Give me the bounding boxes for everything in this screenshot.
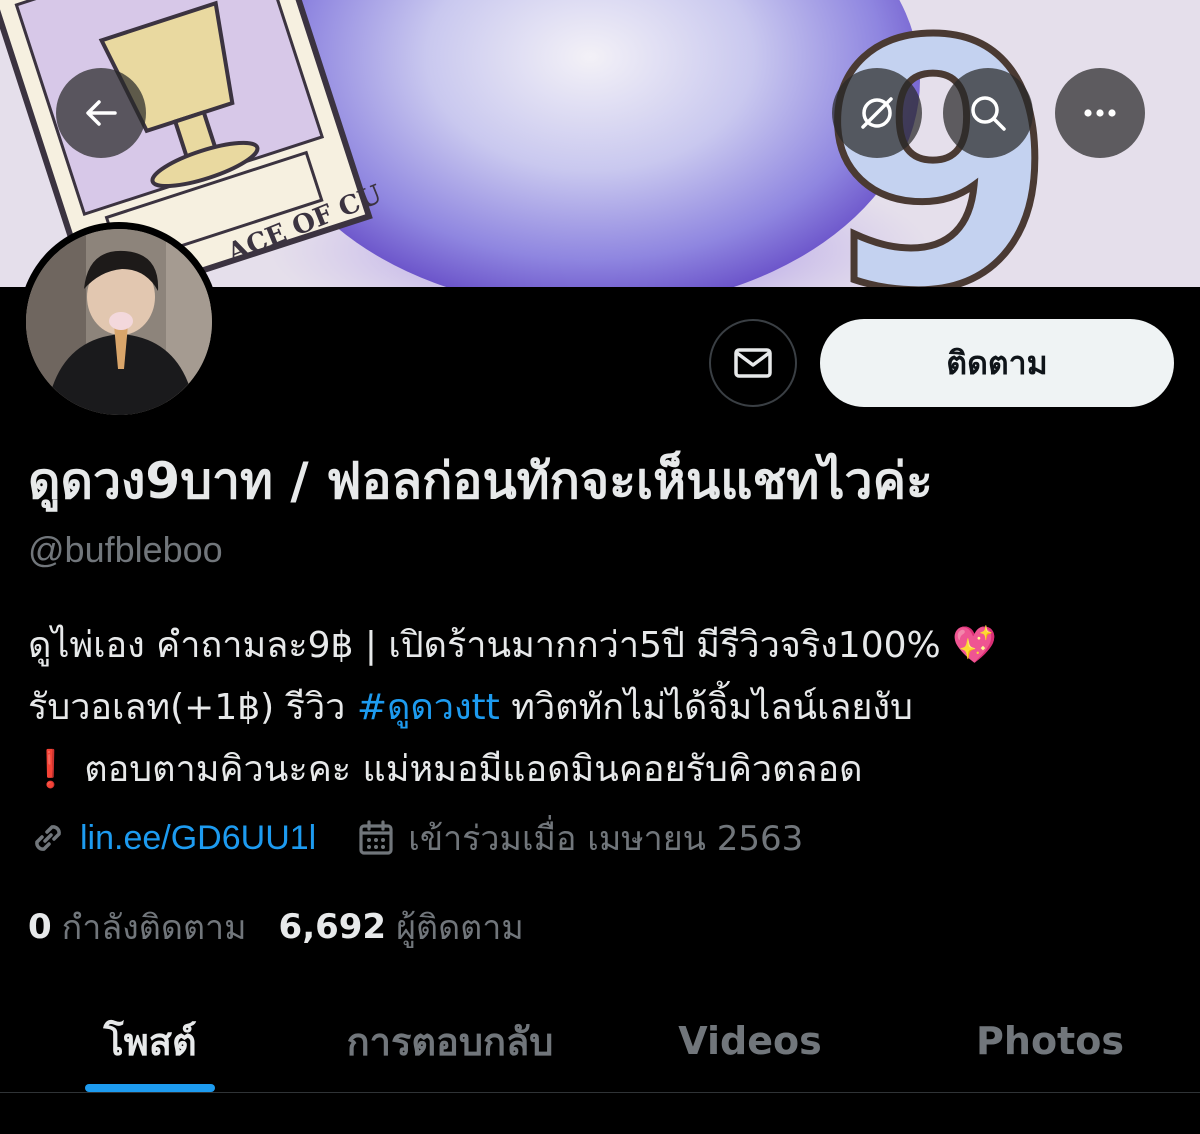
avatar-illustration	[26, 229, 212, 415]
link-icon	[28, 818, 68, 858]
tab-label: การตอบกลับ	[346, 1019, 554, 1064]
active-tab-indicator	[85, 1084, 215, 1092]
tab-photos[interactable]: Photos	[900, 990, 1200, 1092]
bio-text-1: ดูไพ่เอง คำถามละ9฿ | เปิดร้านมากกว่า5ปี …	[28, 625, 941, 666]
more-horizontal-icon	[1084, 109, 1116, 117]
tab-videos[interactable]: Videos	[600, 990, 900, 1092]
followers-label: ผู้ติดตาม	[396, 908, 524, 948]
display-name: ดูดวง9บาท / ฟอลก่อนทักจะเห็นแชทไวค่ะ	[28, 452, 933, 510]
back-button[interactable]	[56, 68, 146, 158]
notifications-off-button[interactable]	[832, 68, 922, 158]
profile-link[interactable]: lin.ee/GD6UU1l	[80, 819, 316, 858]
exclamation-icon: ❗	[28, 749, 73, 790]
bio-hashtag-link[interactable]: #ดูดวงtt	[357, 687, 500, 728]
message-button[interactable]	[709, 319, 797, 407]
followers-count: 6,692	[278, 907, 387, 947]
sparkling-heart-icon: 💖	[952, 625, 997, 666]
following-label: กำลังติดตาม	[61, 908, 247, 948]
bio-text-2b: ทวิตทักไม่ได้จิ้มไลน์เลยงับ	[499, 687, 913, 728]
bio-line-3: ❗ ตอบตามคิวนะคะ แม่หมอมีแอดมินคอยรับคิวต…	[28, 739, 1178, 801]
profile-tabs: โพสต์ การตอบกลับ Videos Photos	[0, 990, 1200, 1092]
profile-meta: lin.ee/GD6UU1l เข้าร่วมเมื่อ เมษายน 2563	[28, 812, 803, 864]
following-count: 0	[28, 907, 52, 947]
bio-text-2a: รับวอเลท(+1฿) รีวิว	[28, 687, 357, 728]
user-handle: @bufbleboo	[28, 529, 223, 570]
avatar-photo	[26, 229, 212, 415]
followers-link[interactable]: 6,692 ผู้ติดตาม	[279, 900, 524, 954]
bio-text-3: ตอบตามคิวนะคะ แม่หมอมีแอดมินคอยรับคิวตลอ…	[72, 749, 863, 790]
bio-line-2: รับวอเลท(+1฿) รีวิว #ดูดวงtt ทวิตทักไม่ไ…	[28, 677, 1178, 739]
arrow-left-icon	[86, 100, 117, 126]
more-button[interactable]	[1055, 68, 1145, 158]
follow-counts: 0 กำลังติดตาม 6,692 ผู้ติดตาม	[28, 902, 556, 952]
calendar-icon	[356, 818, 396, 858]
tabs-divider	[0, 1092, 1200, 1093]
envelope-icon	[734, 348, 772, 378]
tab-label: Photos	[976, 1019, 1124, 1063]
bio-line-1: ดูไพ่เอง คำถามละ9฿ | เปิดร้านมากกว่า5ปี …	[28, 615, 1178, 677]
avatar[interactable]	[19, 222, 219, 422]
search-icon	[971, 96, 1006, 131]
tab-label: Videos	[678, 1019, 822, 1063]
follow-button[interactable]: ติดตาม	[820, 319, 1174, 407]
no-notification-icon	[861, 97, 893, 129]
tab-label: โพสต์	[103, 1019, 197, 1064]
following-link[interactable]: 0 กำลังติดตาม	[28, 900, 247, 954]
tab-posts[interactable]: โพสต์	[0, 990, 300, 1092]
tab-replies[interactable]: การตอบกลับ	[300, 990, 600, 1092]
join-date: เข้าร่วมเมื่อ เมษายน 2563	[408, 819, 804, 859]
profile-bio: ดูไพ่เอง คำถามละ9฿ | เปิดร้านมากกว่า5ปี …	[28, 615, 1178, 801]
search-button[interactable]	[943, 68, 1033, 158]
